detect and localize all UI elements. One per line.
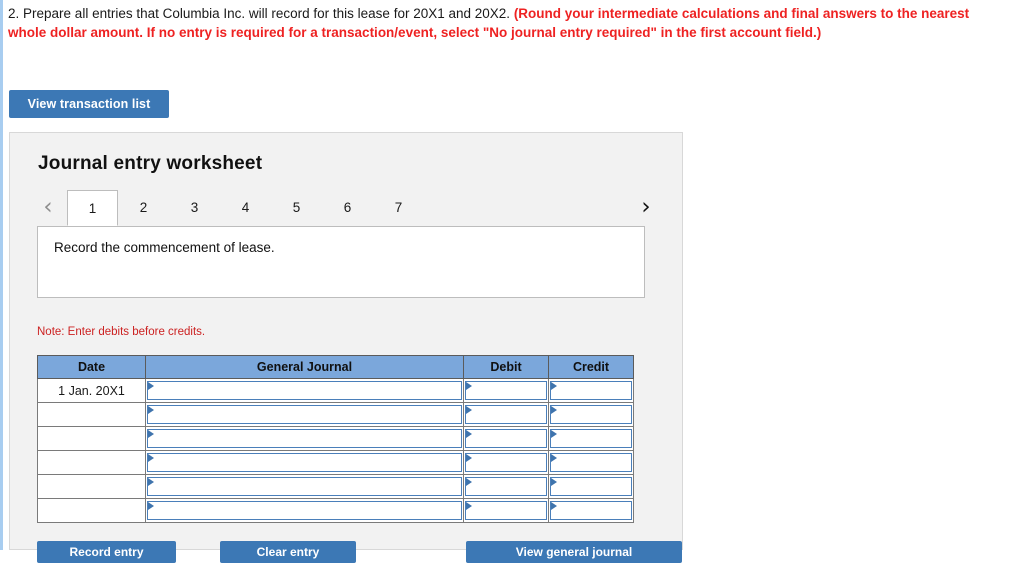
dropdown-marker-icon xyxy=(551,406,557,414)
tab-content-description: Record the commencement of lease. xyxy=(54,240,275,255)
worksheet-tab-1[interactable]: 1 xyxy=(67,190,118,226)
chevron-right-icon[interactable]: › xyxy=(635,192,657,222)
worksheet-tab-4[interactable]: 4 xyxy=(220,190,271,226)
credit-input[interactable] xyxy=(550,501,632,520)
cell-general-journal xyxy=(145,426,464,451)
cell-debit xyxy=(463,474,549,499)
worksheet-tab-3[interactable]: 3 xyxy=(169,190,220,226)
table-row xyxy=(37,474,634,499)
record-entry-button[interactable]: Record entry xyxy=(37,541,176,563)
dropdown-marker-icon xyxy=(466,382,472,390)
question-number: 2. xyxy=(8,6,20,21)
cell-date: 1 Jan. 20X1 xyxy=(37,378,146,403)
cell-debit xyxy=(463,402,549,427)
cell-general-journal xyxy=(145,474,464,499)
general-journal-input[interactable] xyxy=(147,501,462,520)
table-row xyxy=(37,426,634,451)
debit-input[interactable] xyxy=(465,429,547,448)
debits-before-credits-note: Note: Enter debits before credits. xyxy=(37,326,206,338)
journal-entry-worksheet-panel: Journal entry worksheet ‹ 1234567 › Reco… xyxy=(9,132,683,550)
dropdown-marker-icon xyxy=(551,382,557,390)
dropdown-marker-icon xyxy=(148,430,154,438)
question-prompt: 2. Prepare all entries that Columbia Inc… xyxy=(8,4,1008,42)
cell-date xyxy=(37,426,146,451)
table-header-row: Date General Journal Debit Credit xyxy=(37,355,634,379)
cell-credit xyxy=(548,474,634,499)
cell-credit xyxy=(548,450,634,475)
debit-input[interactable] xyxy=(465,405,547,424)
dropdown-marker-icon xyxy=(148,454,154,462)
general-journal-input[interactable] xyxy=(147,477,462,496)
column-header-general-journal: General Journal xyxy=(145,355,464,379)
dropdown-marker-icon xyxy=(466,502,472,510)
cell-debit xyxy=(463,450,549,475)
credit-input[interactable] xyxy=(550,381,632,400)
worksheet-tab-2[interactable]: 2 xyxy=(118,190,169,226)
column-header-debit: Debit xyxy=(463,355,549,379)
cell-date xyxy=(37,450,146,475)
general-journal-input[interactable] xyxy=(147,405,462,424)
cell-debit xyxy=(463,378,549,403)
table-row xyxy=(37,450,634,475)
debit-input[interactable] xyxy=(465,381,547,400)
credit-input[interactable] xyxy=(550,405,632,424)
cell-credit xyxy=(548,378,634,403)
credit-input[interactable] xyxy=(550,453,632,472)
cell-general-journal xyxy=(145,498,464,523)
cell-general-journal xyxy=(145,378,464,403)
credit-input[interactable] xyxy=(550,429,632,448)
column-header-credit: Credit xyxy=(548,355,634,379)
view-general-journal-button[interactable]: View general journal xyxy=(466,541,682,563)
dropdown-marker-icon xyxy=(148,382,154,390)
dropdown-marker-icon xyxy=(466,454,472,462)
dropdown-marker-icon xyxy=(551,454,557,462)
cell-credit xyxy=(548,426,634,451)
cell-general-journal xyxy=(145,402,464,427)
journal-table-body: 1 Jan. 20X1 xyxy=(37,378,634,523)
debit-input[interactable] xyxy=(465,453,547,472)
dropdown-marker-icon xyxy=(551,502,557,510)
worksheet-tab-5[interactable]: 5 xyxy=(271,190,322,226)
question-text: Prepare all entries that Columbia Inc. w… xyxy=(23,6,511,21)
table-row: 1 Jan. 20X1 xyxy=(37,378,634,403)
left-accent-rail xyxy=(0,0,3,550)
cell-date xyxy=(37,402,146,427)
credit-input[interactable] xyxy=(550,477,632,496)
chevron-left-icon[interactable]: ‹ xyxy=(37,192,59,222)
dropdown-marker-icon xyxy=(148,502,154,510)
cell-credit xyxy=(548,402,634,427)
dropdown-marker-icon xyxy=(466,406,472,414)
debit-input[interactable] xyxy=(465,501,547,520)
journal-entry-table: Date General Journal Debit Credit 1 Jan.… xyxy=(37,355,634,523)
dropdown-marker-icon xyxy=(466,430,472,438)
clear-entry-button[interactable]: Clear entry xyxy=(220,541,356,563)
general-journal-input[interactable] xyxy=(147,381,462,400)
dropdown-marker-icon xyxy=(551,430,557,438)
worksheet-tab-7[interactable]: 7 xyxy=(373,190,424,226)
worksheet-tab-strip: ‹ 1234567 › xyxy=(37,190,657,228)
cell-debit xyxy=(463,498,549,523)
general-journal-input[interactable] xyxy=(147,429,462,448)
worksheet-tab-list: 1234567 xyxy=(67,190,424,228)
cell-debit xyxy=(463,426,549,451)
dropdown-marker-icon xyxy=(148,406,154,414)
column-header-date: Date xyxy=(37,355,146,379)
table-row xyxy=(37,402,634,427)
tab-content-panel: Record the commencement of lease. xyxy=(37,226,645,298)
debit-input[interactable] xyxy=(465,477,547,496)
cell-date xyxy=(37,474,146,499)
cell-general-journal xyxy=(145,450,464,475)
cell-date xyxy=(37,498,146,523)
dropdown-marker-icon xyxy=(551,478,557,486)
worksheet-title: Journal entry worksheet xyxy=(38,153,263,174)
cell-credit xyxy=(548,498,634,523)
dropdown-marker-icon xyxy=(148,478,154,486)
view-transaction-list-button[interactable]: View transaction list xyxy=(9,90,169,118)
worksheet-tab-6[interactable]: 6 xyxy=(322,190,373,226)
dropdown-marker-icon xyxy=(466,478,472,486)
general-journal-input[interactable] xyxy=(147,453,462,472)
table-row xyxy=(37,498,634,523)
